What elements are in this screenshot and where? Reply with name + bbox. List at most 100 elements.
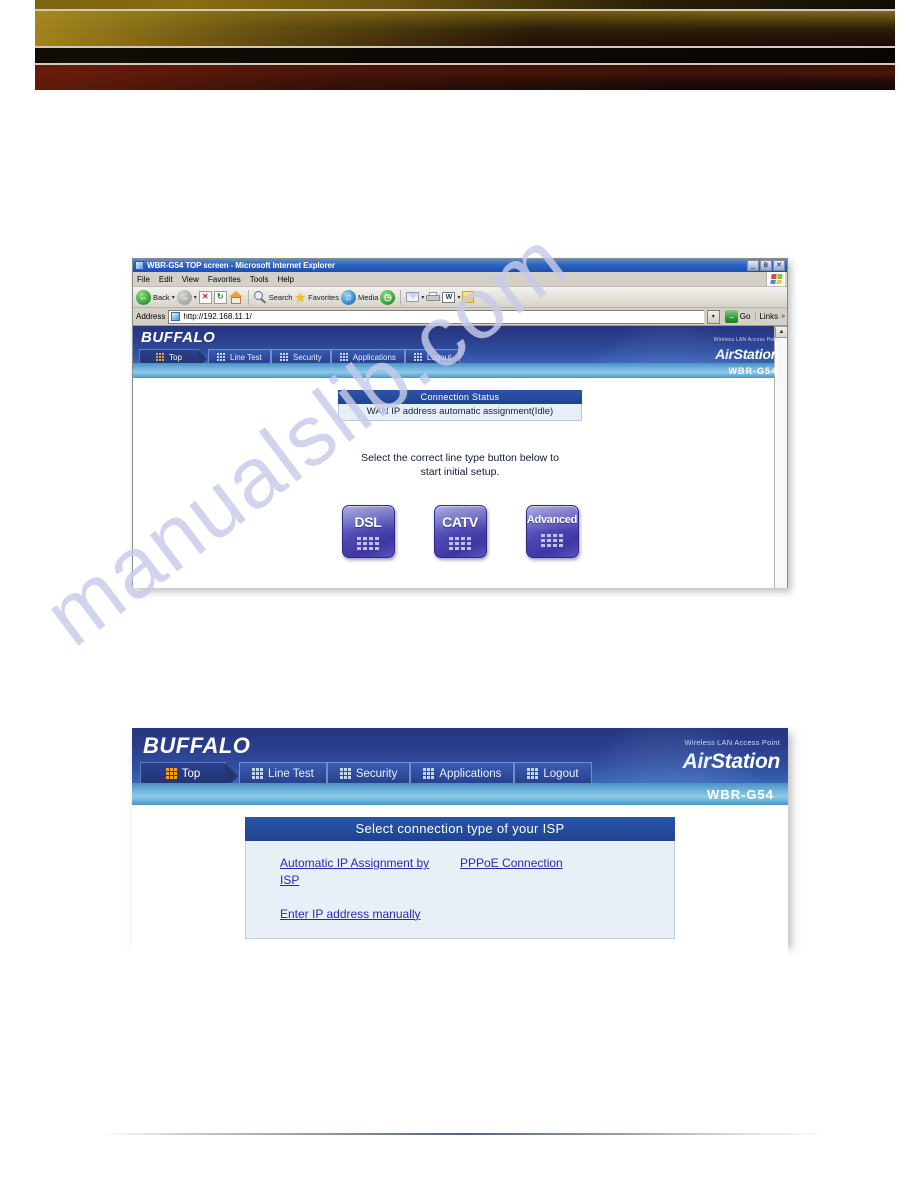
media-button[interactable]: ♫ Media [340,289,379,305]
link-pppoe-connection[interactable]: PPPoE Connection [460,855,563,872]
home-icon[interactable] [228,290,243,304]
link-automatic-ip-assignment[interactable]: Automatic IP Assignment by ISP [280,855,448,890]
back-dropdown-caret-icon[interactable]: ▾ [172,294,175,301]
grid-dots-icon [449,537,471,551]
model-name: WBR-G54 [707,786,774,802]
link-enter-ip-manually[interactable]: Enter IP address manually [280,906,421,923]
links-chevron-icon[interactable]: » [781,313,787,320]
favorites-button[interactable]: ★ Favorites [294,291,339,304]
edit-word-icon[interactable]: W [442,291,456,303]
isp-panel-header: Select connection type of your ISP [245,817,675,841]
minimize-button[interactable]: _ [747,260,759,271]
tab-top-label: Top [169,352,182,362]
forward-button[interactable]: → ▾ [176,289,197,305]
tab-logout-label: Logout [426,352,452,362]
window-title: WBR-G54 TOP screen - Microsoft Internet … [147,261,335,270]
back-arrow-icon: ← [136,289,151,305]
brand-subtitle: Wireless LAN Access Point [713,337,779,343]
mail-button[interactable]: ▾ [406,292,424,302]
note-icon[interactable] [462,291,475,303]
tab-top-label: Top [181,767,201,780]
go-arrow-icon: → [724,310,738,323]
address-input[interactable]: http://192.168.11.1/ [168,309,704,324]
tab-security[interactable]: Security [270,349,331,363]
toolbar-separator [247,289,249,305]
stop-icon[interactable]: ✕ [198,290,212,304]
isp-selection-box: Select connection type of your ISP Autom… [245,817,675,939]
menu-favorites[interactable]: Favorites [208,275,241,284]
links-button[interactable]: Links [755,312,778,321]
back-button[interactable]: ← Back ▾ [136,289,175,305]
grid-dots-icon [165,768,177,779]
model-bar-fig2: WBR-G54 [132,783,788,805]
browser-toolbar: ← Back ▾ → ▾ ✕ ↻ Search ★ Favorites ♫ Me… [133,287,787,308]
isp-links-row-2: Enter IP address manually [280,906,674,923]
buffalo-logo: BUFFALO [143,733,251,758]
print-icon[interactable] [426,291,441,303]
search-button[interactable]: Search [253,290,293,304]
forward-dropdown-caret-icon[interactable]: ▾ [194,294,197,301]
advanced-button[interactable]: Advanced [525,505,579,559]
go-button[interactable]: → Go [723,310,753,323]
page-icon [171,312,181,321]
advanced-button-label: Advanced [526,514,578,527]
tab-line-test-label: Line Test [230,352,262,362]
history-clock-icon[interactable]: ◷ [380,289,396,305]
menu-help[interactable]: Help [277,275,293,284]
tab-applications[interactable]: Applications [410,762,515,783]
tab-applications[interactable]: Applications [330,349,405,363]
grid-dots-icon [339,768,351,779]
dsl-button[interactable]: DSL [341,505,395,559]
tab-top[interactable]: Top [139,349,207,363]
connection-status-value: WAN IP address automatic assignment(Idle… [338,404,582,421]
tab-line-test[interactable]: Line Test [239,762,327,783]
edit-dropdown-caret-icon[interactable]: ▾ [457,294,460,301]
grid-dots-icon [423,768,435,779]
refresh-icon[interactable]: ↻ [213,290,227,304]
restore-button[interactable]: ฿ [760,260,772,271]
banner-band-gold [35,0,895,9]
search-label: Search [268,292,293,302]
browser-menubar: File Edit View Favorites Tools Help [133,272,787,287]
menu-edit[interactable]: Edit [159,275,173,284]
tab-security-label: Security [292,352,322,362]
address-url-text: http://192.168.11.1/ [183,312,252,321]
buffalo-logo: BUFFALO [141,329,216,346]
address-label: Address [136,312,166,321]
tab-logout[interactable]: Logout [514,762,592,783]
browser-titlebar: WBR-G54 TOP screen - Microsoft Internet … [133,259,787,272]
instruction-line-1: Select the correct line type button belo… [361,452,559,464]
dsl-button-label: DSL [354,514,382,531]
grid-dots-icon [527,768,539,779]
back-label: Back [153,292,170,302]
mail-icon [406,292,420,302]
browser-viewport: BUFFALO Wireless LAN Access Point AirSta… [133,326,787,588]
page-footer-divider [100,1133,830,1135]
address-dropdown-icon[interactable]: ▾ [706,309,720,324]
grid-dots-icon [413,353,422,361]
grid-dots-icon [541,534,563,548]
close-button[interactable]: ✕ [773,260,785,271]
catv-button-label: CATV [442,514,478,531]
tab-top[interactable]: Top [140,762,238,783]
instruction-line-2: start initial setup. [420,466,500,479]
menu-file[interactable]: File [137,275,150,284]
menu-view[interactable]: View [182,275,199,284]
connection-status-box: Connection Status WAN IP address automat… [338,390,582,421]
mail-dropdown-caret-icon[interactable]: ▾ [421,294,424,301]
connection-status-header: Connection Status [338,390,582,404]
media-label: Media [357,292,379,302]
tab-line-test[interactable]: Line Test [208,349,271,363]
isp-panel-body: Automatic IP Assignment by ISP PPPoE Con… [245,841,675,939]
banner-band-amber-highlight [35,11,895,46]
tab-security[interactable]: Security [326,762,411,783]
menu-tools[interactable]: Tools [250,275,269,284]
isp-screen-screenshot: BUFFALO Wireless LAN Access Point AirSta… [132,728,788,961]
catv-button[interactable]: CATV [433,505,487,559]
tab-applications-label: Applications [439,767,502,780]
browser-address-bar: Address http://192.168.11.1/ ▾ → Go Link… [133,308,787,326]
toolbar-separator-2 [400,289,402,305]
airstation-header-fig1: BUFFALO Wireless LAN Access Point AirSta… [133,326,787,363]
decorative-top-banner [35,0,895,90]
tab-logout[interactable]: Logout [404,349,461,363]
